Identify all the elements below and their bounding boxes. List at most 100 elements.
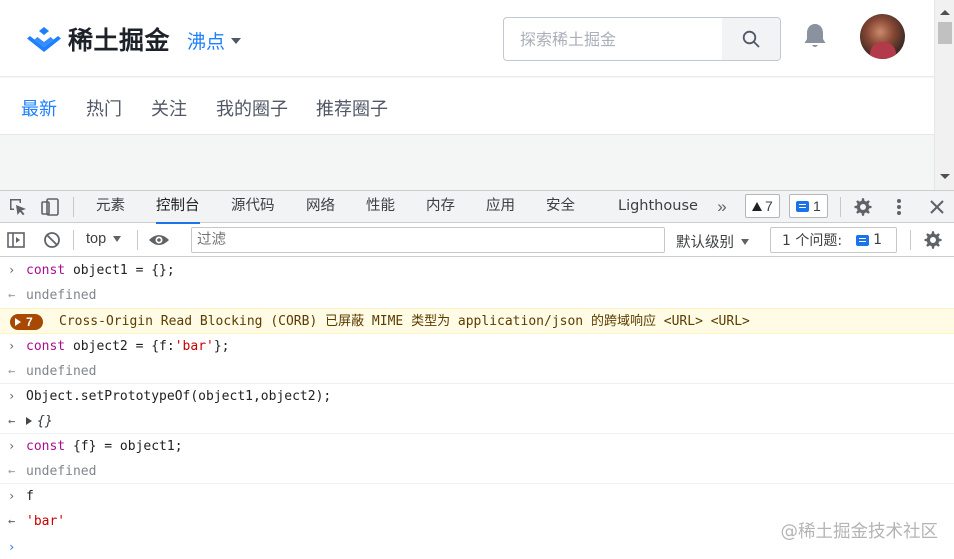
warnings-badge[interactable]: 7 xyxy=(745,194,780,218)
code-token: object2 = {f: xyxy=(65,339,175,354)
tab-network[interactable]: 网络 xyxy=(306,191,335,223)
console-input-line: › const object1 = {}; xyxy=(0,258,954,283)
devtools-tab-bar: 元素 控制台 源代码 网络 性能 内存 应用 安全 Lighthouse » 7… xyxy=(0,191,954,224)
warning-repeat-count: 7 xyxy=(26,315,33,329)
context-label: top xyxy=(86,231,107,247)
divider xyxy=(910,230,911,250)
divider xyxy=(73,230,74,250)
code-token: f xyxy=(26,489,34,504)
tab-console[interactable]: 控制台 xyxy=(156,191,200,224)
expand-triangle-icon[interactable] xyxy=(26,417,32,425)
console-output-line: ← undefined xyxy=(0,459,954,484)
console-input-line: › const {f} = object1; xyxy=(0,434,954,459)
sidebar-toggle-icon[interactable] xyxy=(5,228,27,252)
filter-input[interactable] xyxy=(191,227,665,253)
result-arrow-icon: ← xyxy=(8,414,16,428)
live-expression-eye-icon[interactable] xyxy=(147,228,171,252)
device-toolbar-icon[interactable] xyxy=(38,195,62,219)
web-page: 稀土掘金 沸点 最新 热门 关注 我的圈子 推荐圈子 xyxy=(0,0,934,190)
console-input-line: › const object2 = {f:'bar'}; xyxy=(0,334,954,359)
tab-lighthouse[interactable]: Lighthouse xyxy=(618,191,698,223)
console-output-line: ← undefined xyxy=(0,359,954,384)
context-selector[interactable]: top xyxy=(86,231,122,247)
code-token: {f} = object1; xyxy=(65,439,183,454)
settings-gear-icon[interactable] xyxy=(851,195,875,219)
console-settings-gear-icon[interactable] xyxy=(921,228,945,252)
feed-tabs: 最新 热门 关注 我的圈子 推荐圈子 xyxy=(0,78,934,135)
result-value: undefined xyxy=(26,364,97,379)
caret-down-icon xyxy=(113,236,122,242)
result-arrow-icon: ← xyxy=(8,514,16,528)
scrollbar-thumb[interactable] xyxy=(938,22,952,44)
log-level-label: 默认级别 xyxy=(676,235,734,251)
warning-triangle-icon xyxy=(752,201,762,211)
result-arrow-icon: ← xyxy=(8,364,16,378)
tab-recommended-circles[interactable]: 推荐圈子 xyxy=(316,95,388,121)
keyword-token: const xyxy=(26,339,66,354)
tab-performance[interactable]: 性能 xyxy=(366,191,395,223)
juejin-logo-icon xyxy=(27,27,61,52)
site-logo[interactable]: 稀土掘金 xyxy=(26,24,171,55)
tab-hot[interactable]: 热门 xyxy=(86,95,122,121)
tab-sources[interactable]: 源代码 xyxy=(231,191,275,223)
tab-security[interactable]: 安全 xyxy=(546,191,575,223)
divider xyxy=(73,197,74,217)
console-output-line: ← {} xyxy=(0,409,954,434)
notification-bell-icon[interactable] xyxy=(802,22,828,50)
string-token: 'bar' xyxy=(174,339,214,354)
issues-label: 1 个问题: xyxy=(782,233,843,249)
input-chevron-icon: › xyxy=(8,339,16,353)
nav-dropdown[interactable]: 沸点 xyxy=(187,27,242,54)
page-scrollbar[interactable] xyxy=(934,0,954,190)
tab-following[interactable]: 关注 xyxy=(151,95,187,121)
messages-count: 1 xyxy=(813,198,821,214)
console-input-line: › f xyxy=(0,484,954,509)
more-tabs-icon[interactable]: » xyxy=(712,195,732,219)
clear-console-icon[interactable] xyxy=(41,228,63,252)
search-box xyxy=(503,17,781,61)
tab-application[interactable]: 应用 xyxy=(486,191,515,223)
tab-latest[interactable]: 最新 xyxy=(21,95,57,121)
result-arrow-icon: ← xyxy=(8,288,16,302)
search-input[interactable] xyxy=(504,18,722,60)
input-chevron-icon: › xyxy=(8,439,16,453)
message-icon xyxy=(856,234,870,246)
messages-badge[interactable]: 1 xyxy=(789,194,828,218)
log-level-selector[interactable]: 默认级别 xyxy=(676,231,749,252)
caret-down-icon xyxy=(741,238,749,245)
result-value: undefined xyxy=(26,288,97,303)
issues-button[interactable]: 1 个问题: 1 xyxy=(770,227,897,253)
console-toolbar: top 默认级别 1 个问题: 1 xyxy=(0,224,954,257)
code-token: object1 = {}; xyxy=(65,263,175,278)
site-header: 稀土掘金 沸点 xyxy=(0,0,934,77)
scroll-up-icon[interactable] xyxy=(940,10,950,15)
warnings-count: 7 xyxy=(765,198,773,214)
tab-elements[interactable]: 元素 xyxy=(96,191,125,223)
input-chevron-icon: › xyxy=(8,389,16,403)
console-output[interactable]: › const object1 = {}; ← undefined 7 Cross-Ori… xyxy=(0,258,954,559)
warning-message: Cross-Origin Read Blocking (CORB) 已屏蔽 MI… xyxy=(59,314,750,329)
string-result: 'bar' xyxy=(26,514,66,529)
warning-repeat-badge[interactable]: 7 xyxy=(10,314,43,330)
caret-down-icon xyxy=(231,37,242,44)
tab-my-circles[interactable]: 我的圈子 xyxy=(216,95,288,121)
object-preview[interactable]: {} xyxy=(26,414,53,429)
console-warning-row[interactable]: 7 Cross-Origin Read Blocking (CORB) 已屏蔽 M… xyxy=(0,308,954,334)
search-button[interactable] xyxy=(722,18,780,60)
issues-count: 1 xyxy=(873,232,882,248)
code-token: }; xyxy=(213,339,230,354)
close-icon[interactable] xyxy=(925,195,949,219)
search-icon xyxy=(742,30,760,48)
logo-text: 稀土掘金 xyxy=(68,26,171,55)
watermark-text: @稀土掘金技术社区 xyxy=(780,522,939,542)
inspect-element-icon[interactable] xyxy=(6,195,30,219)
user-avatar[interactable] xyxy=(860,14,905,59)
scroll-down-icon[interactable] xyxy=(940,174,950,179)
expand-triangle-icon xyxy=(15,318,21,326)
input-chevron-icon: › xyxy=(8,263,16,277)
keyword-token: const xyxy=(26,439,66,454)
divider xyxy=(840,197,841,217)
console-input-line: › Object.setPrototypeOf(object1,object2); xyxy=(0,384,954,409)
kebab-menu-icon[interactable] xyxy=(887,195,911,219)
tab-memory[interactable]: 内存 xyxy=(426,191,455,223)
